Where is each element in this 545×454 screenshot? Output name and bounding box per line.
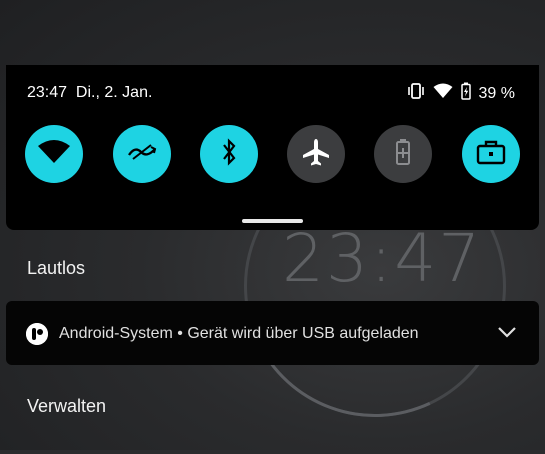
android-system-icon xyxy=(26,323,48,345)
notification-card[interactable]: Android-System • Gerät wird über USB auf… xyxy=(6,301,539,365)
bluetooth-icon xyxy=(221,137,237,171)
wifi-icon xyxy=(37,139,71,170)
battery-percent: 39 % xyxy=(478,84,515,102)
vibrate-icon xyxy=(407,82,425,105)
briefcase-icon xyxy=(476,139,506,170)
status-time-date: 23:47 Di., 2. Jan. xyxy=(27,84,153,101)
airplane-mode-tile[interactable] xyxy=(287,125,345,183)
section-title-manage[interactable]: Verwalten xyxy=(27,396,106,417)
wifi-icon xyxy=(433,83,453,104)
bluetooth-tile[interactable] xyxy=(200,125,258,183)
panel-drag-handle[interactable] xyxy=(242,219,303,223)
airplane-icon xyxy=(301,137,331,172)
battery-saver-tile[interactable] xyxy=(374,125,432,183)
chevron-down-icon[interactable] xyxy=(497,325,517,344)
wifi-tile[interactable] xyxy=(25,125,83,183)
notification-text: Android-System • Gerät wird über USB auf… xyxy=(59,325,419,342)
data-saver-tile[interactable] xyxy=(113,125,171,183)
battery-saver-icon xyxy=(395,138,411,171)
quick-settings-panel: 23:47 Di., 2. Jan. 39 % xyxy=(6,65,539,230)
section-title-silent: Lautlos xyxy=(27,258,86,278)
data-saver-icon xyxy=(127,142,157,167)
quick-settings-tiles xyxy=(25,125,521,185)
status-icons: 39 % xyxy=(407,82,515,105)
battery-charging-icon xyxy=(460,82,471,105)
background-clock: 23:47 xyxy=(282,220,483,297)
work-profile-tile[interactable] xyxy=(462,125,520,183)
